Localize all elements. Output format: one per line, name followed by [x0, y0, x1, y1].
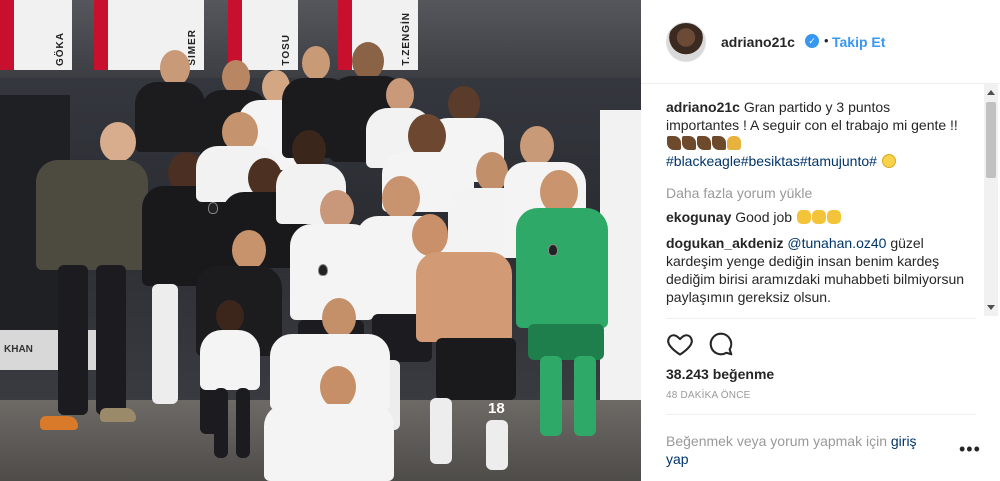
post-header: adriano21c ✓ • Takip Et	[641, 0, 1000, 84]
smile-emoji-icon	[881, 154, 896, 168]
poster-name: T.ZENGİN	[401, 12, 412, 66]
club-crest	[548, 244, 558, 256]
fist-emoji-icon	[826, 210, 841, 224]
comment-mention[interactable]: @tunahan.oz40	[787, 235, 886, 251]
more-options-icon[interactable]: •••	[959, 440, 981, 458]
eagle-emoji-icon	[682, 136, 696, 150]
follow-button[interactable]: Takip Et	[832, 34, 885, 50]
username[interactable]: adriano21c	[721, 34, 795, 50]
verified-badge-icon: ✓	[805, 34, 819, 48]
scroll-down-arrow-icon[interactable]	[987, 305, 995, 310]
login-prompt: Beğenmek veya yorum yapmak için giriş ya…	[666, 432, 936, 468]
heart-icon[interactable]	[666, 330, 694, 358]
fist-emoji-icon	[796, 210, 811, 224]
comment-username[interactable]: dogukan_akdeniz	[666, 235, 783, 251]
caption-hashtags[interactable]: #blackeagle#besiktas#tamujunto#	[666, 153, 877, 169]
divider	[666, 414, 976, 415]
wall-poster: GÖKA	[0, 0, 72, 70]
comments-list[interactable]: adriano21c Gran partido y 3 puntos impor…	[666, 98, 982, 324]
separator-dot: •	[824, 33, 829, 48]
comment-icon[interactable]	[707, 330, 735, 358]
eagle-emoji-icon	[712, 136, 726, 150]
post-photo[interactable]: GÖKA SIMER TOSU T.ZENGİN KHAN 18	[0, 0, 641, 481]
like-count[interactable]: 38.243 beğenme	[666, 366, 774, 382]
login-prompt-text: Beğenmek veya yorum yapmak için	[666, 433, 887, 449]
load-more-comments-button[interactable]: Daha fazla yorum yükle	[666, 184, 812, 202]
flexed-biceps-emoji-icon	[727, 136, 741, 150]
comments-scrollbar[interactable]	[984, 84, 998, 316]
poster-name: GÖKA	[55, 32, 66, 66]
eagle-emoji-icon	[697, 136, 711, 150]
caption-username[interactable]: adriano21c	[666, 99, 740, 115]
bench-sign: KHAN	[0, 330, 110, 370]
fist-emoji-icon	[811, 210, 826, 224]
scroll-thumb[interactable]	[986, 102, 996, 178]
caption: adriano21c Gran partido y 3 puntos impor…	[666, 98, 966, 170]
jersey-number: 18	[488, 400, 505, 417]
avatar[interactable]	[666, 22, 706, 62]
club-crest	[208, 202, 218, 214]
comment: ekogunay Good job	[666, 208, 966, 226]
post-timestamp: 48 DAKİKA ÖNCE	[666, 390, 751, 401]
divider	[666, 318, 976, 319]
comment: dogukan_akdeniz @tunahan.oz40 güzel kard…	[666, 234, 966, 306]
sign-text: KHAN	[4, 344, 33, 355]
eagle-emoji-icon	[667, 136, 681, 150]
scroll-up-arrow-icon[interactable]	[987, 90, 995, 95]
comment-text: Good job	[735, 209, 793, 225]
club-crest	[318, 264, 328, 276]
comment-username[interactable]: ekogunay	[666, 209, 731, 225]
post-sidebar: adriano21c ✓ • Takip Et adriano21c Gran …	[641, 0, 1000, 481]
poster-name: TOSU	[281, 34, 292, 66]
instagram-post: GÖKA SIMER TOSU T.ZENGİN KHAN 18 adriano…	[0, 0, 1000, 481]
